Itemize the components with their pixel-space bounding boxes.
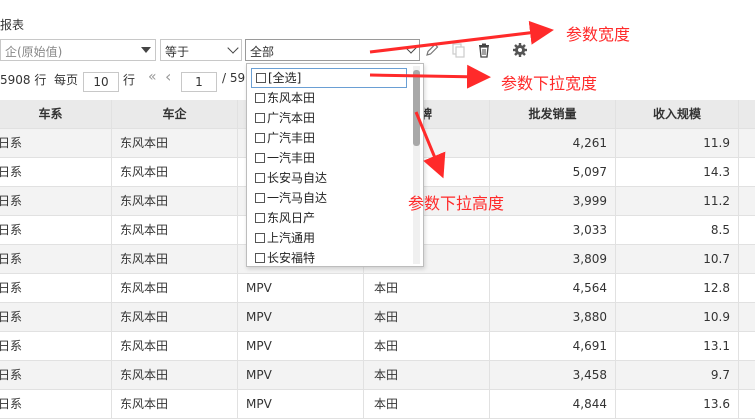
annotation-dropdown-height: 参数下拉高度 bbox=[408, 194, 505, 213]
annotation-arrows bbox=[369, 20, 554, 179]
arrow-param-width bbox=[369, 20, 554, 54]
arrow-dropdown-width bbox=[369, 64, 491, 89]
annotation-dropdown-width: 参数下拉宽度 bbox=[501, 74, 598, 93]
annotation-param-width: 参数宽度 bbox=[566, 25, 631, 44]
arrow-dropdown-height bbox=[414, 111, 446, 179]
